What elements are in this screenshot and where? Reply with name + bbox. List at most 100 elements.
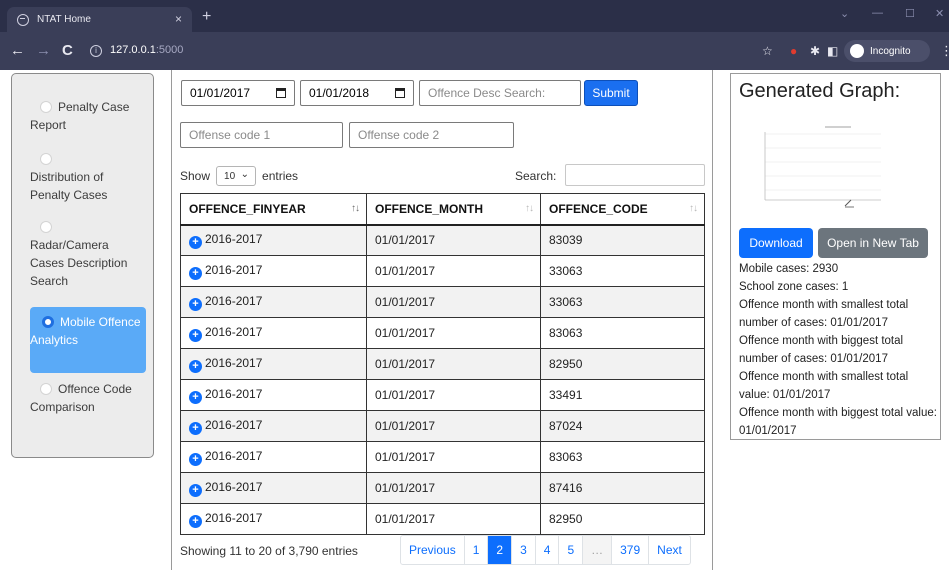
cell-value: 83063 xyxy=(549,326,583,340)
tab-search-chevron-icon[interactable]: ⌄ xyxy=(840,7,849,20)
cell-value: 01/01/2017 xyxy=(375,295,436,309)
incognito-badge[interactable]: Incognito xyxy=(844,40,930,62)
url-field[interactable]: i 127.0.0.1:5000 xyxy=(90,44,183,57)
cell-value: 87416 xyxy=(549,481,583,495)
back-arrow-icon[interactable]: ← xyxy=(10,43,25,58)
forward-arrow-icon[interactable]: → xyxy=(36,43,51,58)
minimize-icon[interactable]: — xyxy=(872,7,883,19)
sort-icon[interactable]: ↑↓ xyxy=(525,203,534,214)
table-row[interactable]: +2016-2017 01/01/2017 33063 xyxy=(180,255,705,287)
radio-icon[interactable] xyxy=(40,383,52,395)
pagination-page-1[interactable]: 1 xyxy=(465,536,489,564)
table-cell: 33491 xyxy=(540,379,705,411)
graph-statistics: Mobile cases: 2930 School zone cases: 1 … xyxy=(739,260,939,440)
extensions-puzzle-icon[interactable]: ✱ xyxy=(810,44,820,58)
table-search-input[interactable] xyxy=(565,164,705,186)
open-in-new-tab-button[interactable]: Open in New Tab xyxy=(818,228,928,258)
table-row[interactable]: +2016-2017 01/01/2017 87024 xyxy=(180,410,705,442)
column-header-finyear[interactable]: OFFENCE_FINYEAR ↑↓ xyxy=(180,193,367,226)
sidebar-item-mobile-offence[interactable]: Mobile Offence Analytics xyxy=(30,307,146,373)
column-header-code[interactable]: OFFENCE_CODE ↑↓ xyxy=(540,193,705,226)
new-tab-button[interactable]: + xyxy=(202,8,211,26)
table-cell: 01/01/2017 xyxy=(366,317,541,349)
expand-row-icon[interactable]: + xyxy=(189,297,202,311)
start-date-value: 01/01/2017 xyxy=(190,86,251,100)
column-header-month[interactable]: OFFENCE_MONTH ↑↓ xyxy=(366,193,541,226)
sort-icon[interactable]: ↑↓ xyxy=(689,203,698,214)
calendar-icon[interactable] xyxy=(276,88,286,98)
start-date-input[interactable]: 01/01/2017 xyxy=(181,80,295,106)
table-cell: +2016-2017 xyxy=(180,348,367,380)
pagination-page-5[interactable]: 5 xyxy=(559,536,584,564)
pagination-previous[interactable]: Previous xyxy=(401,536,465,564)
page-content: Penalty Case Report Distribution of Pena… xyxy=(0,70,949,570)
maximize-icon[interactable]: ☐ xyxy=(905,7,915,20)
expand-row-icon[interactable]: + xyxy=(189,483,202,497)
sidebar-item-distribution[interactable]: Distribution of Penalty Cases xyxy=(30,150,146,204)
submit-button[interactable]: Submit xyxy=(584,80,638,106)
end-date-input[interactable]: 01/01/2018 xyxy=(300,80,414,106)
side-panel-icon[interactable]: ◧ xyxy=(827,44,838,58)
radio-icon[interactable] xyxy=(40,221,52,233)
radio-icon[interactable] xyxy=(40,101,52,113)
offence-desc-search-input[interactable]: Offence Desc Search: xyxy=(419,80,581,106)
radio-icon[interactable] xyxy=(40,153,52,165)
table-cell: 01/01/2017 xyxy=(366,286,541,318)
sidebar-item-offence-code-comparison[interactable]: Offence Code Comparison xyxy=(30,380,146,416)
cell-value: 2016-2017 xyxy=(205,231,263,246)
cell-value: 82950 xyxy=(549,512,583,526)
expand-row-icon[interactable]: + xyxy=(189,514,202,528)
expand-row-icon[interactable]: + xyxy=(189,421,202,435)
reload-icon[interactable]: C xyxy=(62,43,73,58)
expand-row-icon[interactable]: + xyxy=(189,266,202,280)
sort-icon[interactable]: ↑↓ xyxy=(351,203,360,214)
tab-close-icon[interactable]: × xyxy=(175,12,182,26)
cell-value: 01/01/2017 xyxy=(375,481,436,495)
table-row[interactable]: +2016-2017 01/01/2017 87416 xyxy=(180,472,705,504)
expand-row-icon[interactable]: + xyxy=(189,235,202,249)
stat-biggest-value-month: Offence month with biggest total value: … xyxy=(739,407,937,437)
browser-menu-icon[interactable]: ⋮ xyxy=(940,43,949,59)
cell-value: 2016-2017 xyxy=(205,448,263,463)
table-row[interactable]: +2016-2017 01/01/2017 33063 xyxy=(180,286,705,318)
browser-tab[interactable]: NTAT Home × xyxy=(7,7,192,32)
table-row[interactable]: +2016-2017 01/01/2017 83063 xyxy=(180,317,705,349)
pagination-page-last[interactable]: 379 xyxy=(612,536,650,564)
star-bookmark-icon[interactable]: ☆ xyxy=(762,44,773,58)
sidebar-item-penalty-case-report[interactable]: Penalty Case Report xyxy=(30,98,146,134)
offense-code-2-input[interactable]: Offense code 2 xyxy=(349,122,514,148)
expand-row-icon[interactable]: + xyxy=(189,452,202,466)
table-cell: 83063 xyxy=(540,441,705,473)
table-row[interactable]: +2016-2017 01/01/2017 83039 xyxy=(180,224,705,256)
close-window-icon[interactable]: ✕ xyxy=(935,7,944,20)
download-button[interactable]: Download xyxy=(739,228,813,258)
pagination-next[interactable]: Next xyxy=(649,536,690,564)
pagination-page-4[interactable]: 4 xyxy=(536,536,560,564)
table-row[interactable]: +2016-2017 01/01/2017 83063 xyxy=(180,441,705,473)
site-info-icon[interactable]: i xyxy=(90,45,102,57)
table-cell: +2016-2017 xyxy=(180,410,367,442)
table-row[interactable]: +2016-2017 01/01/2017 82950 xyxy=(180,348,705,380)
table-cell: 82950 xyxy=(540,503,705,535)
expand-row-icon[interactable]: + xyxy=(189,328,202,342)
pagination-page-2[interactable]: 2 xyxy=(488,536,513,564)
radio-checked-icon[interactable] xyxy=(42,316,54,328)
end-date-value: 01/01/2018 xyxy=(309,86,370,100)
extension-shield-icon[interactable]: ● xyxy=(790,44,797,58)
offence-table: OFFENCE_FINYEAR ↑↓ OFFENCE_MONTH ↑↓ OFFENC… xyxy=(180,193,705,535)
table-cell: 01/01/2017 xyxy=(366,410,541,442)
cell-value: 2016-2017 xyxy=(205,355,263,370)
entries-label: entries xyxy=(262,169,299,183)
cell-value: 83039 xyxy=(549,233,583,248)
calendar-icon[interactable] xyxy=(395,88,405,98)
table-row[interactable]: +2016-2017 01/01/2017 33491 xyxy=(180,379,705,411)
pagination-ellipsis: … xyxy=(583,536,613,564)
expand-row-icon[interactable]: + xyxy=(189,359,202,373)
expand-row-icon[interactable]: + xyxy=(189,390,202,404)
offense-code-1-input[interactable]: Offense code 1 xyxy=(180,122,343,148)
table-cell: +2016-2017 xyxy=(180,503,367,535)
table-row[interactable]: +2016-2017 01/01/2017 82950 xyxy=(180,503,705,535)
pagination-page-3[interactable]: 3 xyxy=(512,536,536,564)
sidebar-item-radar-camera[interactable]: Radar/Camera Cases Description Search xyxy=(30,218,146,290)
page-length-select[interactable]: 10 ⌄ xyxy=(216,166,257,186)
